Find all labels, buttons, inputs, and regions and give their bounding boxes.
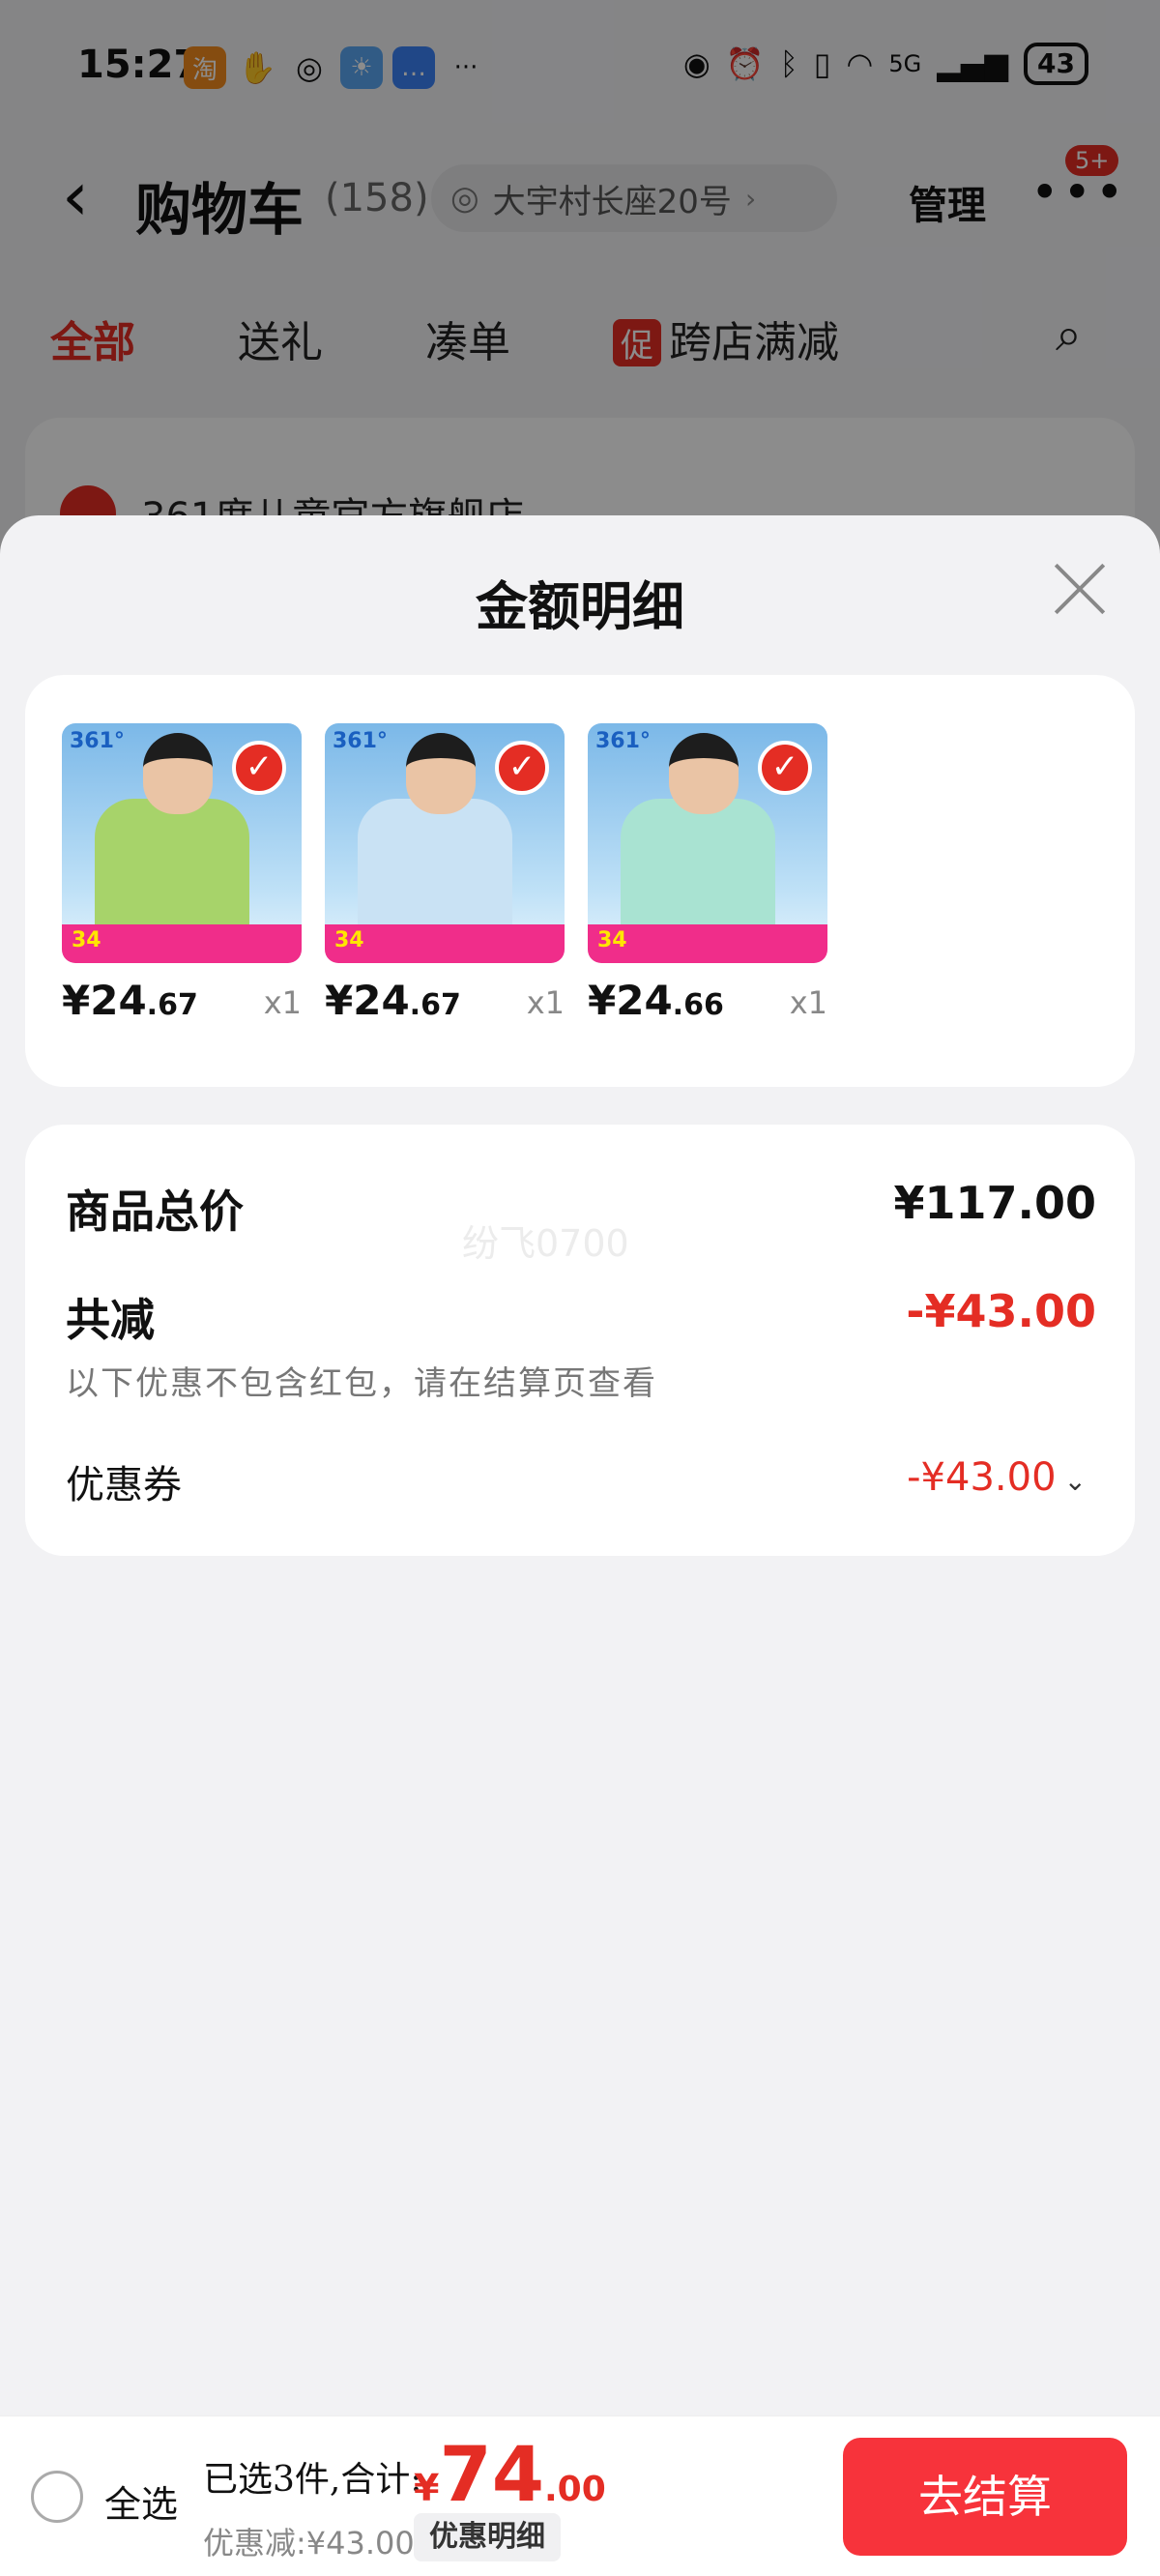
shirt-graphic — [358, 799, 512, 944]
total-price: ¥74.00 — [414, 2432, 606, 2519]
total-reduce-label: 共减 — [66, 1294, 155, 1346]
product-image: 361° 34 ✓ — [325, 723, 565, 963]
check-icon: ✓ — [758, 741, 812, 795]
model-graphic — [143, 733, 213, 814]
check-icon: ✓ — [232, 741, 286, 795]
discount-amount: 优惠减:¥43.00 — [203, 2525, 415, 2561]
select-all-label[interactable]: 全选 — [104, 2474, 178, 2528]
check-icon: ✓ — [495, 741, 549, 795]
coupon-label: 优惠券 — [66, 1463, 182, 1508]
product-item[interactable]: 361° 34 ✓ ¥24.67 x1 — [325, 723, 565, 1024]
shirt-graphic — [621, 799, 775, 944]
items-card: 361° 34 ✓ ¥24.67 x1 361° 34 ✓ ¥24.67 x1 — [25, 675, 1135, 1087]
selected-summary: 已选3件,合计: — [203, 2460, 422, 2500]
amount-detail-sheet: 金额明细 361° 34 ✓ ¥24.67 x1 361° 34 ✓ ¥24.6… — [0, 515, 1160, 2576]
model-graphic — [669, 733, 739, 814]
brand-label: 361° — [333, 729, 388, 753]
brand-label: 361° — [70, 729, 125, 753]
shirt-graphic — [95, 799, 249, 944]
total-price-label: 商品总价 — [66, 1186, 244, 1238]
checkout-button[interactable]: 去结算 — [843, 2438, 1127, 2556]
price-summary-card: 商品总价 ¥117.00 纷飞0700 共减 -¥43.00 以下优惠不包含红包… — [25, 1125, 1135, 1556]
item-qty: x1 — [263, 984, 302, 1021]
select-all-checkbox[interactable] — [31, 2471, 83, 2523]
promo-number: 34 — [72, 928, 102, 952]
product-image: 361° 34 ✓ — [588, 723, 827, 963]
promo-number: 34 — [334, 928, 364, 952]
sheet-title: 金额明细 — [476, 575, 684, 637]
checkout-bar: 全选 已选3件,合计: ¥74.00 优惠减:¥43.00 优惠明细 去结算 — [0, 2415, 1160, 2576]
close-icon[interactable] — [1050, 560, 1108, 618]
model-graphic — [406, 733, 476, 814]
watermark: 纷飞0700 — [462, 1222, 629, 1265]
product-item[interactable]: 361° 34 ✓ ¥24.66 x1 — [588, 723, 827, 1024]
product-image: 361° 34 ✓ — [62, 723, 302, 963]
item-qty: x1 — [789, 984, 827, 1021]
chevron-down-icon: ⌄ — [1063, 1465, 1087, 1497]
total-price-value: ¥117.00 — [893, 1177, 1096, 1229]
coupon-value: -¥43.00 — [907, 1455, 1057, 1500]
total-reduce-value: -¥43.00 — [906, 1285, 1096, 1337]
coupon-row[interactable]: -¥43.00 ⌄ — [907, 1455, 1087, 1500]
item-price: ¥24.67 — [325, 977, 461, 1024]
product-item[interactable]: 361° 34 ✓ ¥24.67 x1 — [62, 723, 302, 1024]
discount-detail-button[interactable]: 优惠明细 — [414, 2513, 561, 2561]
promo-number: 34 — [597, 928, 627, 952]
brand-label: 361° — [595, 729, 651, 753]
item-price: ¥24.67 — [62, 977, 198, 1024]
discount-note: 以下优惠不包含红包，请在结算页查看 — [66, 1364, 657, 1403]
item-qty: x1 — [526, 984, 565, 1021]
item-price: ¥24.66 — [588, 977, 724, 1024]
